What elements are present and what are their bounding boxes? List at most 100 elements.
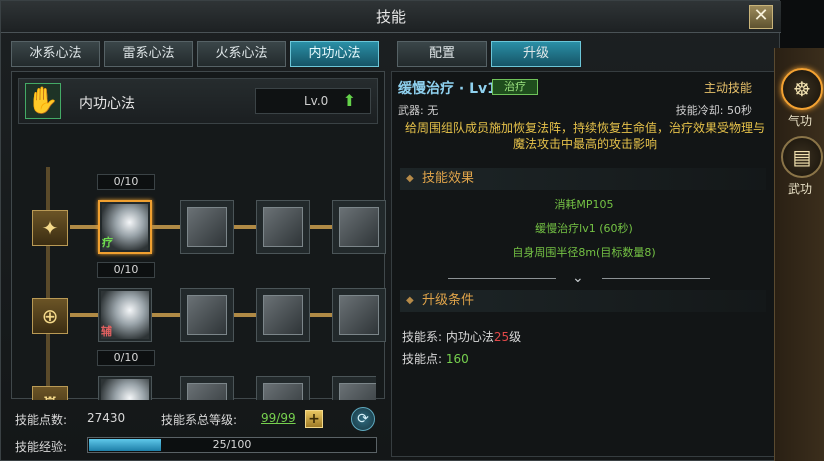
- tree-header: ✋ 内功心法 Lv.0 ⬆: [18, 78, 378, 124]
- req-system-level: 25: [493, 330, 510, 344]
- book-icon[interactable]: ▤: [781, 136, 823, 178]
- tab-fire[interactable]: 火系心法: [197, 41, 286, 67]
- skill-slot-locked[interactable]: [332, 288, 386, 342]
- tree-tabs: 冰系心法 雷系心法 火系心法 内功心法: [11, 41, 379, 67]
- skill-slot-locked[interactable]: [180, 376, 234, 400]
- skill-detail-panel: 配置 升级 缓慢治疗 · Lv1 治疗 主动技能 武器: 无 技能冷却: 50秒…: [391, 37, 775, 457]
- support-skill-icon: [101, 379, 149, 400]
- skill-slot-support-2[interactable]: 辅: [98, 376, 152, 400]
- refresh-icon[interactable]: ⟳: [351, 407, 375, 431]
- skill-slot-locked[interactable]: [180, 200, 234, 254]
- skill-category: 主动技能: [703, 81, 752, 95]
- skill-xp-text: 25/100: [212, 438, 252, 451]
- effects-title: 技能效果: [422, 171, 475, 186]
- tab-upgrade[interactable]: 升级: [491, 41, 581, 67]
- req-system-suffix: 级: [509, 330, 522, 344]
- req-system-label: 技能系:: [402, 330, 443, 344]
- skill-row-2: ⊕ 辅: [26, 288, 386, 344]
- tab-config[interactable]: 配置: [397, 41, 487, 67]
- side-menu: ☸ 气功 ▤ 武功: [774, 48, 824, 461]
- req-system-name: 内功心法: [445, 330, 494, 344]
- skill-cooldown: 技能冷却: 50秒: [675, 104, 752, 117]
- diamond-icon: ◆: [406, 295, 414, 306]
- req-points-value: 160: [445, 352, 469, 366]
- skill-tag: 疗: [102, 236, 113, 249]
- skill-slot-locked[interactable]: [332, 200, 386, 254]
- diamond-icon: ◆: [406, 173, 414, 184]
- skill-count-1: 0/10: [97, 174, 155, 190]
- target-icon: ⊕: [32, 298, 68, 334]
- req-points-label: 技能点:: [402, 352, 443, 366]
- close-button[interactable]: ✕: [749, 5, 773, 29]
- connector: [70, 225, 98, 229]
- effect-line: 缓慢治疗lv1 (60秒): [535, 222, 633, 235]
- level-up-icon[interactable]: ⬆: [343, 91, 356, 110]
- add-level-button[interactable]: +: [305, 410, 323, 428]
- requirements-title: 升级条件: [422, 293, 475, 308]
- palm-icon: ✋: [25, 83, 61, 119]
- skill-tag: 辅: [101, 325, 112, 338]
- skill-slot-support-1[interactable]: 辅: [98, 288, 152, 342]
- skill-xp-label: 技能经验:: [15, 440, 68, 454]
- meditation-icon[interactable]: ☸: [781, 68, 823, 110]
- skill-description: 给周围组队成员施加恢复法阵，持续恢复生命值，治疗效果受物理与魔法攻击中最高的攻击…: [404, 121, 765, 151]
- connector: [310, 225, 332, 229]
- lock-icon: [187, 383, 227, 400]
- side-label-qigong: 气功: [787, 114, 812, 128]
- connector: [234, 225, 256, 229]
- skill-row-1: ✦ 疗: [26, 200, 386, 256]
- tree-level-box: Lv.0 ⬆: [255, 88, 371, 114]
- side-label-wugong: 武功: [787, 182, 812, 196]
- window-title: 技能: [1, 1, 781, 33]
- skill-window: 技能 ✕ 冰系心法 雷系心法 火系心法 内功心法 ✋ 内功心法 Lv.0 ⬆ 0…: [0, 0, 781, 461]
- skill-weapon: 武器: 无: [398, 104, 439, 117]
- lock-icon: [263, 295, 303, 335]
- chevron-down-icon[interactable]: ⌄: [572, 270, 584, 286]
- emblem-icon: ✦: [32, 210, 68, 246]
- lock-icon: [263, 383, 303, 400]
- skill-type-badge: 治疗: [492, 79, 538, 95]
- skill-title: 缓慢治疗 · Lv1: [398, 81, 497, 97]
- skill-points-label: 技能点数:: [15, 413, 68, 427]
- lock-icon: [187, 207, 227, 247]
- tree-name: 内功心法: [79, 96, 135, 112]
- connector: [70, 313, 98, 317]
- connector: [310, 313, 332, 317]
- connector: [152, 313, 180, 317]
- tree-total-level-label: 技能系总等级:: [161, 413, 238, 427]
- effect-line: 自身周围半径8m(目标数量8): [512, 246, 656, 259]
- skill-slot-locked[interactable]: [256, 200, 310, 254]
- skill-slot-locked[interactable]: [256, 288, 310, 342]
- connector: [152, 225, 180, 229]
- effect-line: 消耗MP105: [554, 198, 614, 211]
- skill-xp-bar: 25/100: [87, 437, 377, 453]
- lock-icon: [263, 207, 303, 247]
- skill-slot-locked[interactable]: [332, 376, 376, 400]
- divider: [448, 278, 556, 279]
- req-skill-system: 技能系: 内功心法25级: [402, 328, 521, 345]
- tree-total-level-value: 99/99: [261, 411, 296, 425]
- requirements-header: ◆ 升级条件: [400, 290, 766, 312]
- skill-row-3: ♜ 辅: [26, 376, 376, 400]
- tab-inner-power[interactable]: 内功心法: [290, 41, 379, 67]
- tab-ice[interactable]: 冰系心法: [11, 41, 100, 67]
- skill-slot-locked[interactable]: [256, 376, 310, 400]
- skill-slot-slow-heal[interactable]: 疗: [98, 200, 152, 254]
- lock-icon: [339, 295, 379, 335]
- effects-header: ◆ 技能效果: [400, 168, 766, 190]
- skill-slot-locked[interactable]: [180, 288, 234, 342]
- req-skill-points: 技能点: 160: [402, 350, 469, 367]
- tab-thunder[interactable]: 雷系心法: [104, 41, 193, 67]
- lock-icon: [339, 383, 376, 400]
- skill-tree-panel: 冰系心法 雷系心法 火系心法 内功心法 ✋ 内功心法 Lv.0 ⬆ 0/10 0…: [7, 37, 387, 401]
- skill-detail: 缓慢治疗 · Lv1 治疗 主动技能 武器: 无 技能冷却: 50秒 给周围组队…: [391, 71, 775, 457]
- tree-level: Lv.0: [304, 94, 329, 108]
- lock-icon: [187, 295, 227, 335]
- figure-icon: ♜: [32, 386, 68, 400]
- lock-icon: [339, 207, 379, 247]
- divider: [602, 278, 710, 279]
- skill-points-value: 27430: [87, 411, 126, 425]
- skill-tree: ✋ 内功心法 Lv.0 ⬆ 0/10 0/10 0/10 ✦ 疗 ⊕ 辅: [11, 71, 386, 400]
- connector: [234, 313, 256, 317]
- skill-count-3: 0/10: [97, 350, 155, 366]
